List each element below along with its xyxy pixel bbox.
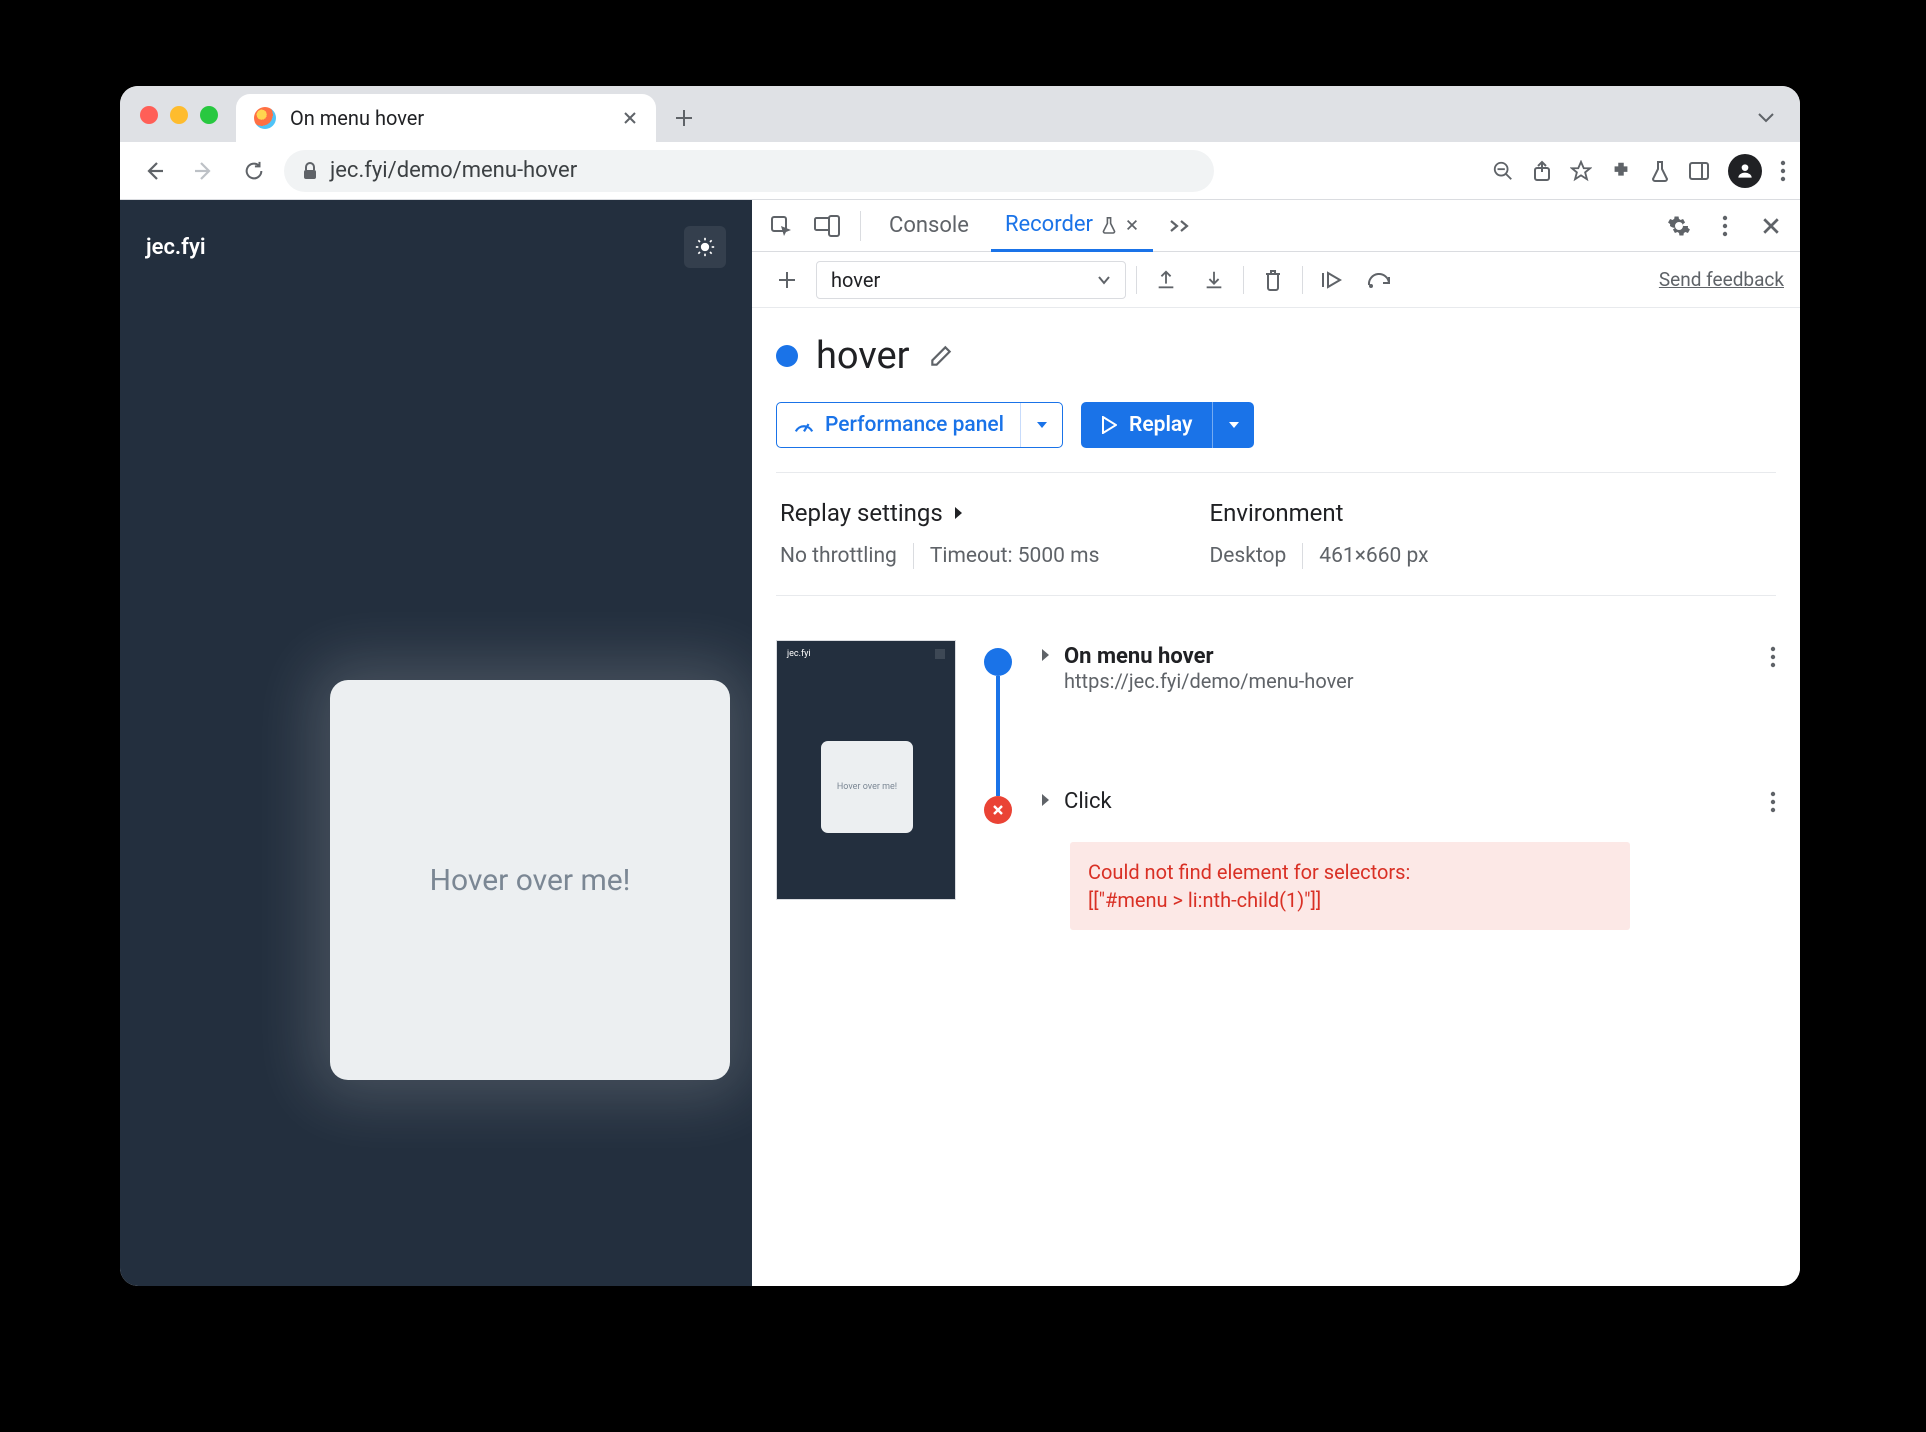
extensions-icon[interactable] [1610, 160, 1632, 182]
browser-toolbar: jec.fyi/demo/menu-hover [120, 142, 1800, 200]
tab-recorder[interactable]: Recorder [991, 200, 1153, 252]
step-icon[interactable] [1361, 261, 1399, 299]
timeout-value: Timeout: 5000 ms [930, 544, 1100, 568]
tab-favicon [254, 107, 276, 129]
step-menu-icon[interactable] [1770, 791, 1776, 813]
replay-button[interactable]: Replay [1081, 402, 1254, 448]
tab-overflow-button[interactable] [1756, 110, 1776, 124]
recording-title-row: hover [776, 334, 1776, 378]
play-icon [1101, 416, 1117, 434]
performance-panel-button[interactable]: Performance panel [776, 402, 1063, 448]
edit-title-button[interactable] [928, 343, 954, 369]
recording-settings: Replay settings No throttling Timeout: 5… [776, 472, 1776, 596]
tab-close-icon[interactable] [1125, 218, 1139, 232]
dimensions-value: 461×660 px [1319, 544, 1428, 568]
import-icon[interactable] [1195, 261, 1233, 299]
replay-dropdown[interactable] [1212, 402, 1254, 448]
chrome-menu-icon[interactable] [1780, 160, 1786, 182]
expand-step-icon[interactable] [1040, 648, 1050, 662]
new-tab-button[interactable] [674, 108, 694, 128]
step-click[interactable]: Click [1040, 789, 1776, 814]
step-status-success-icon [984, 648, 1012, 676]
window-maximize-button[interactable] [200, 106, 218, 124]
recorder-toolbar: hover Send feedback [752, 252, 1800, 308]
tab-close-button[interactable] [622, 110, 638, 126]
expand-step-icon[interactable] [1040, 793, 1050, 807]
delete-icon[interactable] [1254, 261, 1292, 299]
recording-title: hover [816, 334, 910, 378]
devtools-menu-icon[interactable] [1706, 207, 1744, 245]
browser-tab[interactable]: On menu hover [236, 94, 656, 142]
devtools-panel: Console Recorder [752, 200, 1800, 1286]
steps-section: jec.fyi Hover over me! [776, 620, 1776, 960]
throttling-value: No throttling [780, 544, 897, 568]
site-title: jec.fyi [146, 235, 206, 260]
devtools-close-icon[interactable] [1752, 207, 1790, 245]
profile-avatar[interactable] [1728, 154, 1762, 188]
side-panel-icon[interactable] [1688, 161, 1710, 181]
tab-console[interactable]: Console [875, 201, 983, 250]
browser-window: On menu hover [120, 86, 1800, 1286]
step-menu-icon[interactable] [1770, 646, 1776, 668]
replay-settings-header[interactable]: Replay settings [780, 499, 1099, 527]
inspect-element-icon[interactable] [762, 207, 800, 245]
step-over-icon[interactable] [1313, 261, 1351, 299]
step-status-error-icon [984, 796, 1012, 824]
zoom-out-icon[interactable] [1492, 160, 1514, 182]
devtools-tabstrip: Console Recorder [752, 200, 1800, 252]
chevron-right-icon [953, 506, 963, 520]
new-recording-button[interactable] [768, 261, 806, 299]
chevron-down-icon [1097, 275, 1111, 285]
window-minimize-button[interactable] [170, 106, 188, 124]
theme-toggle-button[interactable] [684, 226, 726, 268]
page-viewport: jec.fyi Hover over me! [120, 200, 752, 1286]
forward-button[interactable] [184, 151, 224, 191]
environment-header: Environment [1209, 499, 1428, 527]
performance-panel-dropdown[interactable] [1020, 403, 1062, 447]
labs-icon[interactable] [1650, 160, 1670, 182]
settings-gear-icon[interactable] [1660, 207, 1698, 245]
share-icon[interactable] [1532, 160, 1552, 182]
back-button[interactable] [134, 151, 174, 191]
address-bar[interactable]: jec.fyi/demo/menu-hover [284, 150, 1214, 192]
step-navigate[interactable]: On menu hover https://jec.fyi/demo/menu-… [1040, 644, 1776, 693]
export-icon[interactable] [1147, 261, 1185, 299]
more-tabs-icon[interactable] [1161, 207, 1199, 245]
bookmark-star-icon[interactable] [1570, 160, 1592, 182]
reload-button[interactable] [234, 151, 274, 191]
tab-title: On menu hover [290, 106, 424, 130]
hover-card[interactable]: Hover over me! [330, 680, 730, 1080]
lock-icon [302, 162, 318, 180]
send-feedback-link[interactable]: Send feedback [1659, 268, 1784, 291]
recording-select[interactable]: hover [816, 261, 1126, 299]
url-text: jec.fyi/demo/menu-hover [330, 158, 577, 183]
window-close-button[interactable] [140, 106, 158, 124]
step-screenshot[interactable]: jec.fyi Hover over me! [776, 640, 956, 900]
device-value: Desktop [1209, 544, 1286, 568]
hover-card-text: Hover over me! [430, 863, 631, 898]
window-controls [140, 106, 218, 124]
step-error-message: Could not find element for selectors: [[… [1070, 842, 1630, 930]
recording-status-dot [776, 345, 798, 367]
labs-badge-icon [1101, 216, 1117, 234]
step-timeline [980, 640, 1016, 930]
tab-strip: On menu hover [120, 86, 1800, 142]
device-toolbar-icon[interactable] [808, 207, 846, 245]
gauge-icon [793, 415, 815, 435]
